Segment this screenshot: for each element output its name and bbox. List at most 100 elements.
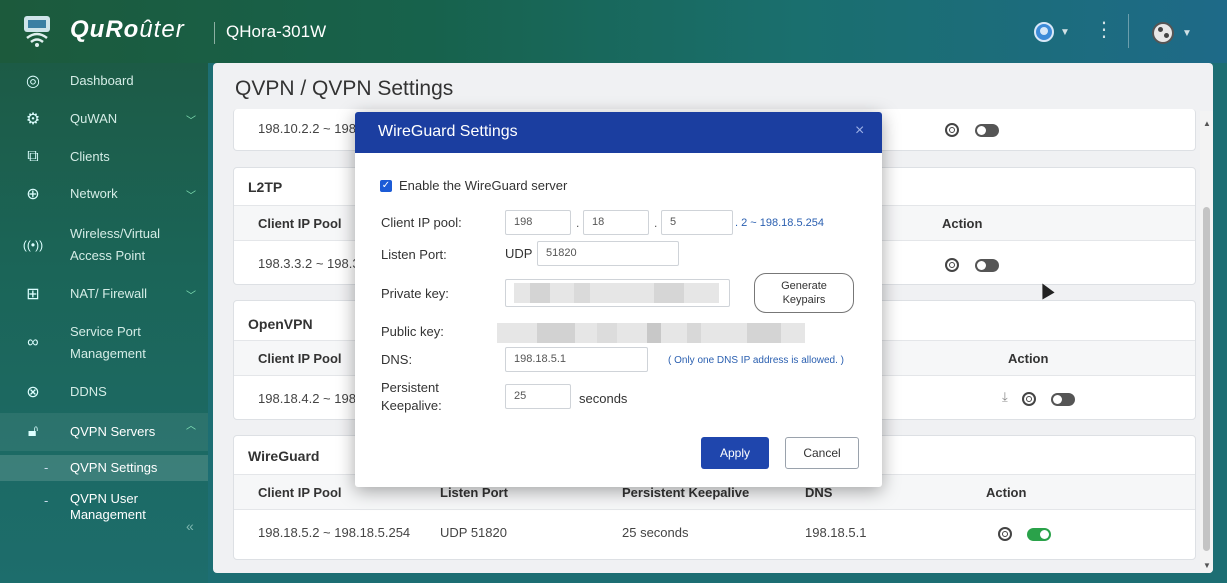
scrollbar-thumb[interactable] (1203, 207, 1210, 551)
apply-button[interactable]: Apply (701, 437, 769, 469)
sidebar-item-label: Dashboard (70, 73, 134, 88)
chevron-down-icon: ▼ (1060, 26, 1070, 38)
toggle-switch[interactable] (1027, 528, 1051, 541)
column-header: Client IP Pool (258, 216, 342, 231)
chevron-down-icon: ﹀ (186, 290, 196, 302)
column-header: DNS (805, 485, 833, 500)
lock-icon: 🔓︎ (27, 423, 39, 440)
router-logo-icon (24, 16, 50, 47)
scrollbar[interactable]: ▲ ▼ (1200, 111, 1213, 573)
sidebar-subitem-label: Management (70, 507, 146, 522)
button-label: Keypairs (782, 294, 826, 306)
sidebar-item-label: Access Point (70, 248, 146, 263)
sidebar: ◎ Dashboard ⚙ QuWAN ﹀ ⧉ Clients ⊕ Networ… (0, 63, 208, 583)
public-key-value (497, 323, 805, 343)
client-ip-pool-label: Client IP pool: (381, 215, 462, 230)
sidebar-item-ddns[interactable]: ⊗ DDNS (0, 381, 208, 403)
toggle-switch[interactable] (975, 259, 999, 272)
ip-separator: . (576, 216, 580, 230)
dialog-header: WireGuard Settings × (355, 112, 882, 153)
card-title: OpenVPN (248, 316, 313, 332)
user-menu-button[interactable]: ▼ (1034, 22, 1070, 42)
sidebar-item-service-port[interactable]: ∞ Service Port Management (0, 321, 208, 365)
ip-octet-2-input[interactable]: 18 (583, 210, 649, 235)
chevron-down-icon: ▼ (1182, 27, 1192, 39)
sidebar-subitem-label: QVPN Settings (70, 460, 158, 475)
top-bar: QuRoûter QHora-301W ▼ ⋮ ▼ (0, 0, 1227, 63)
wireguard-settings-dialog: WireGuard Settings × ✓ Enable the WireGu… (355, 112, 882, 487)
toggle-switch[interactable] (975, 124, 999, 137)
generate-keypairs-button[interactable]: Generate Keypairs (754, 273, 854, 313)
brand-logo: QuRoûter (70, 16, 185, 43)
sidebar-subitem-qvpn-settings[interactable]: - QVPN Settings (0, 455, 208, 481)
network-globe-icon (1152, 22, 1174, 44)
scroll-down-icon[interactable]: ▼ (1203, 561, 1211, 570)
network-status-button[interactable]: ▼ (1152, 22, 1192, 44)
column-header: Client IP Pool (258, 351, 342, 366)
sidebar-item-label: DDNS (70, 384, 107, 399)
sidebar-item-label: QVPN Servers (70, 424, 156, 439)
sidebar-item-qvpn-servers[interactable]: 🔓︎ QVPN Servers ︿ (0, 413, 208, 451)
card-title: L2TP (248, 179, 283, 195)
card-title: WireGuard (248, 448, 320, 464)
dns-input[interactable]: 198.18.5.1 (505, 347, 648, 372)
gear-icon[interactable] (998, 527, 1012, 541)
chevron-down-icon: ﹀ (186, 190, 196, 202)
keepalive-label: Persistent (381, 380, 439, 395)
ip-separator: . (654, 216, 658, 230)
keepalive-input[interactable]: 25 (505, 384, 571, 409)
device-name: QHora-301W (226, 22, 327, 41)
column-header: Client IP Pool (258, 485, 342, 500)
gear-icon[interactable] (945, 258, 959, 272)
sidebar-item-dashboard[interactable]: ◎ Dashboard (0, 70, 208, 92)
sidebar-subitem-qvpn-user-management[interactable]: - QVPN User Management (0, 491, 208, 527)
table-cell: 198.18.4.2 ~ 198. (258, 391, 360, 406)
sidebar-item-label: Clients (70, 149, 110, 164)
gear-icon[interactable] (945, 123, 959, 137)
sidebar-item-quwan[interactable]: ⚙ QuWAN ﹀ (0, 108, 208, 130)
page-title: QVPN / QVPN Settings (235, 77, 454, 100)
listen-port-protocol: UDP (505, 246, 533, 261)
ip-octet-1-input[interactable]: 198 (505, 210, 571, 235)
public-key-label: Public key: (381, 324, 444, 339)
keepalive-label: Keepalive: (381, 398, 442, 413)
scroll-up-icon[interactable]: ▲ (1203, 119, 1211, 128)
user-avatar-icon (1034, 22, 1054, 42)
dns-hint: ( Only one DNS IP address is allowed. ) (668, 355, 845, 366)
collapse-sidebar-icon[interactable]: « (186, 518, 194, 534)
private-key-label: Private key: (381, 286, 449, 301)
dashboard-icon: ◎ (26, 73, 40, 90)
sidebar-item-wireless[interactable]: ((•)) Wireless/Virtual Access Point (0, 223, 208, 267)
gear-icon[interactable] (1022, 392, 1036, 406)
listen-port-label: Listen Port: (381, 247, 447, 262)
topbar-divider (1128, 14, 1129, 48)
toggle-switch[interactable] (1051, 393, 1075, 406)
column-header: Action (942, 216, 983, 231)
close-icon[interactable]: × (855, 122, 864, 140)
table-cell: 198.18.5.1 (805, 525, 867, 540)
more-options-icon[interactable]: ⋮ (1094, 20, 1114, 40)
redacted-key (514, 283, 719, 303)
button-label: Generate (781, 280, 827, 292)
sidebar-item-nat-firewall[interactable]: ⊞ NAT/ Firewall ﹀ (0, 283, 208, 305)
cancel-button[interactable]: Cancel (785, 437, 859, 469)
ip-octet-3-input[interactable]: 5 (661, 210, 733, 235)
enable-wireguard-checkbox[interactable]: ✓ (380, 180, 392, 192)
column-header: Persistent Keepalive (622, 485, 750, 500)
private-key-input[interactable] (505, 279, 730, 307)
brand-divider (214, 22, 215, 44)
network-globe-icon: ⊕ (26, 186, 40, 203)
sidebar-item-clients[interactable]: ⧉ Clients (0, 146, 208, 168)
quwan-icon: ⚙ (25, 111, 41, 128)
sidebar-item-label: QuWAN (70, 111, 118, 126)
dialog-title: WireGuard Settings (378, 123, 518, 140)
column-header: Listen Port (440, 485, 508, 500)
keepalive-unit: seconds (579, 391, 628, 406)
sidebar-item-label: Service Port (70, 324, 141, 339)
listen-port-input[interactable]: 51820 (537, 241, 679, 266)
enable-wireguard-label: Enable the WireGuard server (399, 178, 568, 193)
sidebar-item-network[interactable]: ⊕ Network ﹀ (0, 183, 208, 205)
sidebar-item-label: NAT/ Firewall (70, 286, 148, 301)
chevron-up-icon: ︿ (186, 421, 196, 432)
download-icon[interactable]: ⤓ (1002, 389, 1008, 405)
